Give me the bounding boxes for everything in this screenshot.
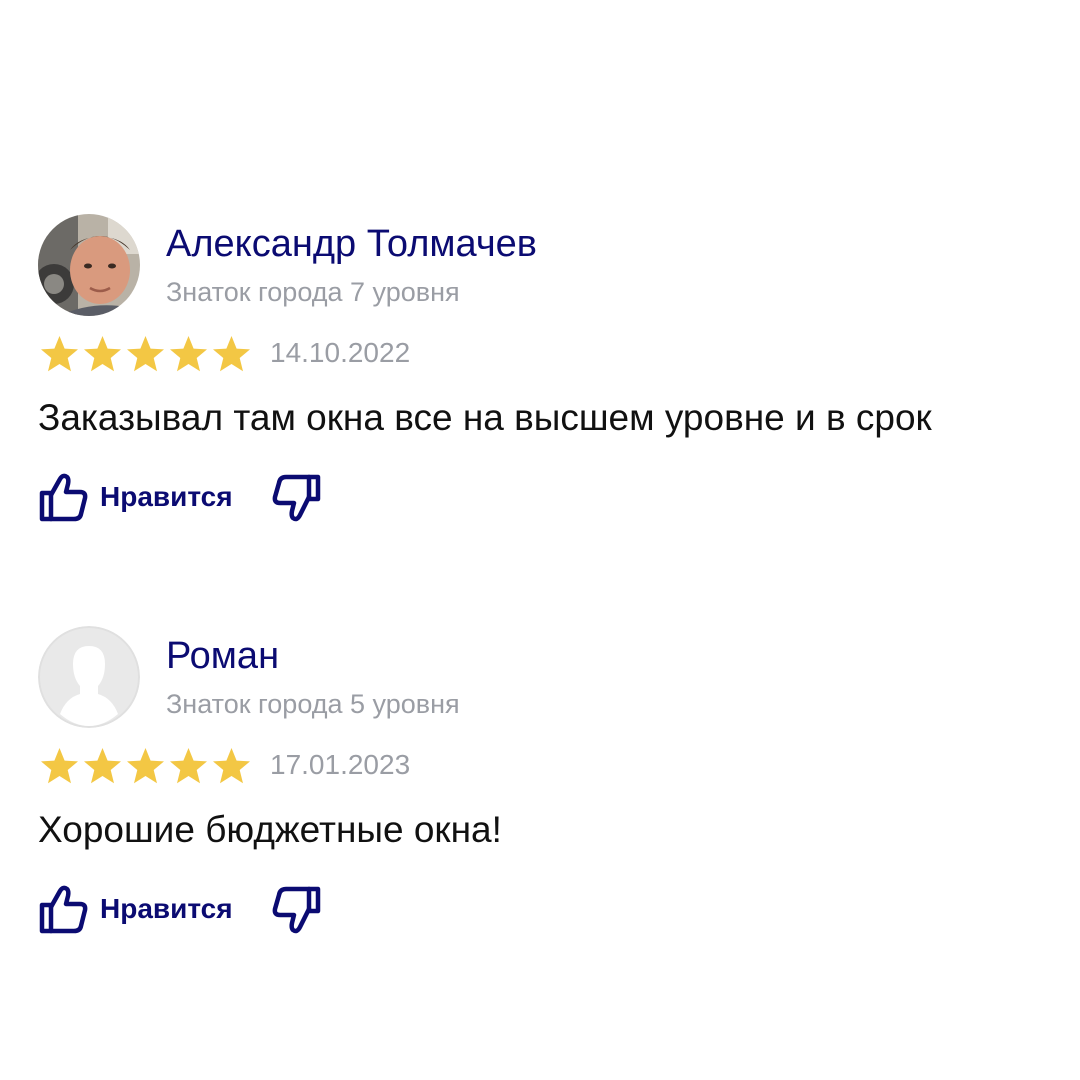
star-icon — [41, 336, 78, 372]
star-icon — [84, 748, 121, 784]
star-icon — [84, 336, 121, 372]
star-icon — [127, 336, 164, 372]
review-date: 17.01.2023 — [270, 749, 411, 780]
like-label: Нравится — [100, 893, 233, 924]
thumbs-down-icon — [270, 471, 322, 527]
avatar[interactable] — [38, 214, 140, 316]
thumbs-up-icon — [38, 471, 90, 523]
review-text: Хорошие бюджетные окна! — [38, 809, 502, 850]
review-actions: Нравится — [38, 881, 1038, 951]
thumbs-down-icon — [270, 883, 322, 939]
review-actions: Нравится — [38, 469, 1038, 539]
star-rating — [38, 746, 253, 786]
avatar[interactable] — [38, 626, 140, 728]
star-icon — [213, 748, 250, 784]
review-card: Александр Толмачев Знаток города 7 уровн… — [38, 214, 1038, 539]
star-icon — [41, 748, 78, 784]
star-rating — [38, 334, 253, 374]
star-icon — [170, 748, 207, 784]
star-icon — [127, 748, 164, 784]
review-date: 14.10.2022 — [270, 337, 411, 368]
review-text: Заказывал там окна все на высшем уровне … — [38, 397, 932, 438]
review-header: Александр Толмачев Знаток города 7 уровн… — [38, 214, 1038, 318]
author-level: Знаток города 5 уровня — [166, 689, 460, 719]
like-label: Нравится — [100, 481, 233, 512]
author-name[interactable]: Роман — [166, 634, 279, 678]
like-button[interactable]: Нравится — [38, 469, 233, 525]
like-button[interactable]: Нравится — [38, 881, 233, 937]
star-icon — [170, 336, 207, 372]
review-card: Роман Знаток города 5 уровня 17.01.2023 … — [38, 626, 1038, 951]
dislike-button[interactable] — [270, 883, 322, 939]
dislike-button[interactable] — [270, 471, 322, 527]
rating-row: 17.01.2023 — [38, 742, 1038, 802]
star-icon — [213, 336, 250, 372]
author-name[interactable]: Александр Толмачев — [166, 222, 537, 266]
review-header: Роман Знаток города 5 уровня — [38, 626, 1038, 730]
author-level: Знаток города 7 уровня — [166, 277, 460, 307]
rating-row: 14.10.2022 — [38, 330, 1038, 390]
thumbs-up-icon — [38, 883, 90, 935]
